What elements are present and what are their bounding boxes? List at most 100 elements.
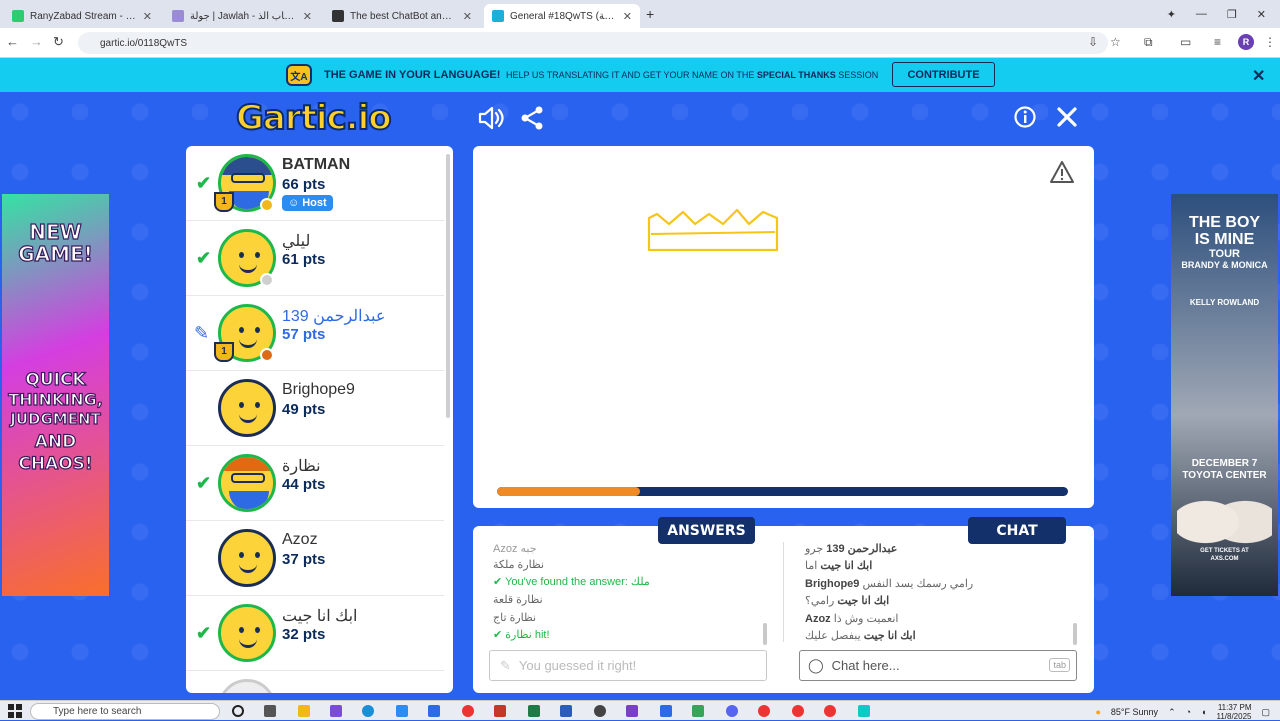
media-icon[interactable]: ≡: [1214, 35, 1221, 49]
app-icon[interactable]: [858, 705, 870, 717]
profile-avatar[interactable]: R: [1238, 34, 1254, 50]
answers-scrollbar[interactable]: [763, 623, 767, 645]
tab-chat[interactable]: CHAT: [968, 517, 1066, 544]
advertisement-left[interactable]: NEW GAME! QUICK THINKING, JUDGMENT AND C…: [2, 194, 109, 596]
players-scrollbar[interactable]: [446, 154, 450, 418]
player-row[interactable]: ✔ 1 BATMAN 66 pts ☺ Host: [186, 146, 444, 221]
tab-close-icon[interactable]: ✕: [623, 10, 632, 23]
url-field[interactable]: gartic.io/0118QwTS: [78, 32, 1108, 54]
player-name: نظارة: [282, 458, 321, 475]
cortana-icon[interactable]: [232, 705, 244, 717]
answer-input[interactable]: ✎ You guessed it right!: [489, 650, 767, 681]
status-dot: [260, 273, 274, 287]
task-view-icon[interactable]: [264, 705, 276, 717]
status-dot: [260, 198, 274, 212]
exit-game-icon[interactable]: [1056, 106, 1078, 128]
app-icon[interactable]: [660, 705, 672, 717]
player-row[interactable]: [186, 671, 444, 693]
ad-text: DECEMBER 7: [1191, 458, 1258, 469]
timer-fill: [497, 487, 640, 496]
sidebar-icon[interactable]: ▭: [1180, 35, 1191, 49]
answer-message: نظارة تاج: [493, 612, 537, 624]
tray-chevron-icon[interactable]: ⌃: [1168, 707, 1176, 718]
advertisement-right[interactable]: THE BOY IS MINE TOUR BRANDY & MONICA KEL…: [1171, 194, 1278, 596]
guessed-check-icon: ✔: [196, 173, 212, 193]
player-name: BATMAN: [282, 156, 351, 173]
tab-close-icon[interactable]: ✕: [303, 10, 312, 23]
weather-text: 85°F Sunny: [1110, 707, 1159, 717]
chrome-icon[interactable]: [462, 705, 474, 717]
browser-tab[interactable]: RanyZabad Stream - Watch Live ✕: [4, 4, 160, 28]
chrome-active-icon[interactable]: [824, 705, 836, 717]
app-icon[interactable]: [594, 705, 606, 717]
player-name: عبدالرحمن 139: [282, 308, 386, 325]
mail-icon[interactable]: [428, 705, 440, 717]
player-row-drawing[interactable]: ✎ 1 عبدالرحمن 139 57 pts: [186, 296, 444, 371]
windows-start-icon[interactable]: [8, 704, 22, 718]
discord-icon[interactable]: [726, 705, 738, 717]
store-icon[interactable]: [396, 705, 408, 717]
answer-message: نظارة ملكة: [493, 559, 545, 571]
forward-icon[interactable]: →: [30, 34, 43, 49]
player-points: 49 pts: [282, 401, 326, 418]
file-explorer-icon[interactable]: [298, 705, 310, 717]
chrome-icon[interactable]: [792, 705, 804, 717]
browser-tab-active[interactable]: General #18QwTS (العربية) - Ga ✕: [484, 4, 640, 28]
word-icon[interactable]: [560, 705, 572, 717]
share-icon[interactable]: [520, 106, 544, 130]
browser-tab[interactable]: The best ChatBot and Widgets ✕: [324, 4, 480, 28]
network-icon[interactable]: ◔: [1186, 707, 1191, 717]
tab-close-icon[interactable]: ✕: [463, 10, 472, 23]
browser-tab-strip: RanyZabad Stream - Watch Live ✕ جولة | J…: [0, 0, 1280, 28]
clock[interactable]: 11:37 PM 11/8/2025: [1216, 703, 1251, 721]
round-timer-bar: [497, 487, 1068, 496]
taskbar-search[interactable]: Type here to search: [30, 703, 220, 720]
restore-icon[interactable]: ❐: [1227, 8, 1237, 21]
player-row[interactable]: ✔ نظارة 44 pts: [186, 446, 444, 521]
translation-banner: 文A THE GAME IN YOUR LANGUAGE! HELP US TR…: [0, 58, 1280, 92]
report-warning-icon[interactable]: [1049, 160, 1075, 184]
back-icon[interactable]: ←: [6, 34, 19, 49]
install-icon[interactable]: ⇩: [1088, 35, 1098, 49]
menu-icon[interactable]: ⋮: [1264, 35, 1276, 49]
tab-close-icon[interactable]: ✕: [143, 10, 152, 23]
player-row[interactable]: ✔ ليلي 61 pts: [186, 221, 444, 296]
player-row[interactable]: Azoz 37 pts: [186, 521, 444, 596]
banner-close-icon[interactable]: ✕: [1252, 66, 1265, 86]
window-close-icon[interactable]: ✕: [1257, 8, 1266, 21]
drawing-canvas[interactable]: [473, 146, 1094, 508]
chrome-icon[interactable]: [758, 705, 770, 717]
visual-studio-icon[interactable]: [626, 705, 638, 717]
volume-icon[interactable]: ◖: [1201, 707, 1206, 717]
browser-tab[interactable]: جولة | Jawlah - منصة الألعاب الذ ✕: [164, 4, 320, 28]
minimize-icon[interactable]: —: [1196, 8, 1207, 20]
edge-icon[interactable]: [362, 705, 374, 717]
ad-text: QUICK: [25, 369, 86, 390]
app-icon[interactable]: [692, 705, 704, 717]
sound-icon[interactable]: [478, 106, 504, 130]
new-tab-icon[interactable]: +: [646, 6, 654, 22]
avatar: [218, 529, 276, 587]
reload-icon[interactable]: ↻: [53, 34, 64, 50]
player-points: 37 pts: [282, 551, 326, 568]
app-icon[interactable]: [330, 705, 342, 717]
powerpoint-icon[interactable]: [494, 705, 506, 717]
address-bar-row: ← → ↻ gartic.io/0118QwTS ⇩ ☆ ⧉ ▭ ≡ ⋮: [0, 28, 1280, 58]
tab-favicon: [172, 10, 184, 22]
bookmark-star-icon[interactable]: ☆: [1110, 35, 1121, 49]
notification-icon[interactable]: ▢: [1261, 707, 1270, 718]
weather-icon: ●: [1095, 707, 1101, 717]
extensions-icon[interactable]: ⧉: [1144, 35, 1153, 50]
info-icon[interactable]: [1014, 106, 1036, 128]
player-row[interactable]: ✔ ابك انا جيت 32 pts: [186, 596, 444, 671]
player-row[interactable]: Brighope9 49 pts: [186, 371, 444, 446]
extension-icon[interactable]: ✦: [1167, 8, 1176, 21]
excel-icon[interactable]: [528, 705, 540, 717]
contribute-button[interactable]: CONTRIBUTE: [892, 62, 995, 87]
ad-text: THINKING,: [8, 389, 104, 409]
chat-scrollbar[interactable]: [1073, 623, 1077, 645]
chat-input[interactable]: ◯ Chat here... tab: [799, 650, 1077, 681]
player-name: ليلي: [282, 233, 311, 250]
tab-answers[interactable]: ANSWERS: [658, 517, 755, 544]
tab-favicon: [332, 10, 344, 22]
